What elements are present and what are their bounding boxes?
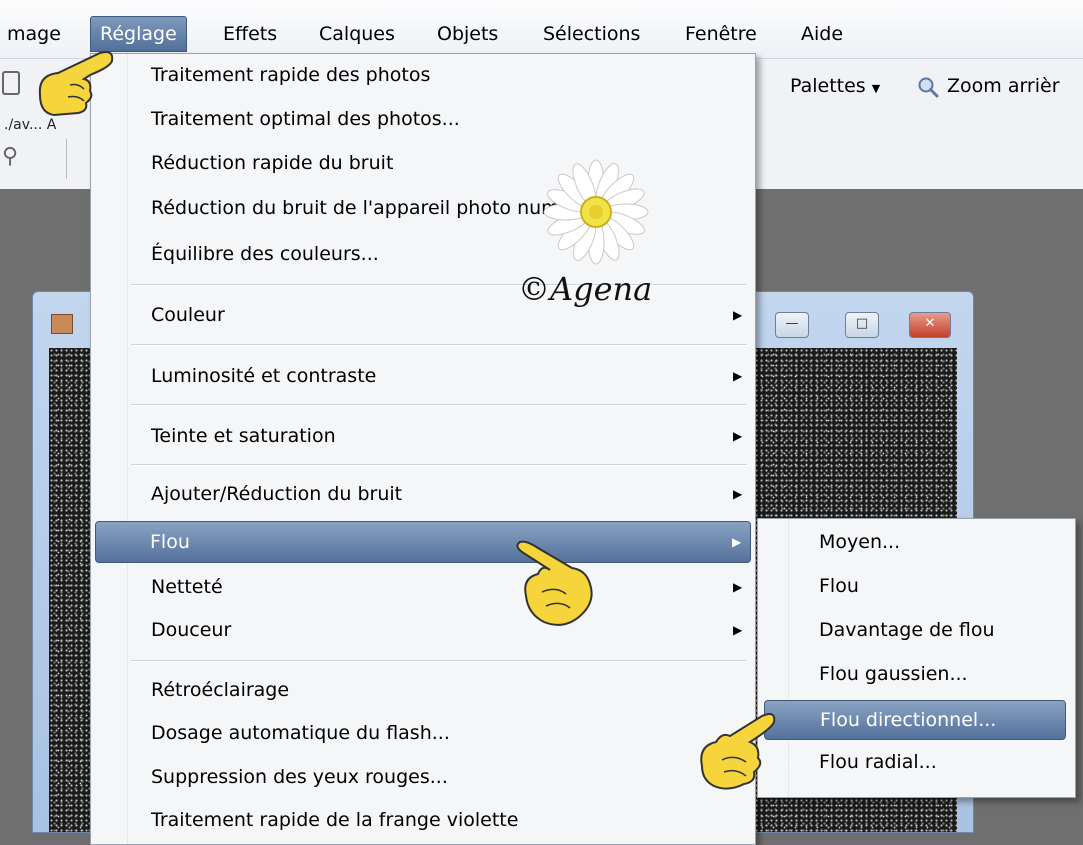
menu-calques[interactable]: Calques — [310, 17, 404, 51]
menu-item-label: Réduction rapide du bruit — [151, 152, 394, 174]
menu-separator — [131, 344, 747, 346]
submenu-item-davantage[interactable]: Davantage de flou — [758, 607, 1075, 653]
pointing-hand-icon — [516, 540, 593, 626]
magnifier-icon[interactable]: ⚲ — [2, 144, 18, 169]
menu-item-dosage-flash[interactable]: Dosage automatique du flash... — [91, 713, 755, 753]
menu-item-label: Traitement optimal des photos... — [151, 108, 460, 130]
toolbar-separator — [66, 139, 67, 179]
submenu-arrow-icon: ▶ — [733, 580, 743, 594]
menu-item-label: Couleur — [151, 304, 225, 326]
menu-item-label: Luminosité et contraste — [151, 365, 377, 387]
palettes-button[interactable]: Palettes ▼ — [790, 75, 880, 97]
dropdown-arrow-icon: ▼ — [871, 82, 881, 95]
menu-objets[interactable]: Objets — [428, 17, 507, 51]
submenu-arrow-icon: ▶ — [733, 623, 743, 637]
menu-item-label: Flou radial... — [819, 751, 937, 773]
submenu-arrow-icon: ▶ — [733, 369, 743, 383]
menu-bar: mage Réglage Effets Calques Objets Sélec… — [0, 0, 1083, 59]
menu-item-label: Traitement rapide de la frange violette — [151, 809, 519, 831]
submenu-arrow-icon: ▶ — [733, 429, 743, 443]
menu-item-douceur[interactable]: Douceur ▶ — [91, 610, 755, 650]
close-button[interactable]: ✕ — [909, 312, 951, 338]
palettes-label: Palettes — [790, 75, 866, 97]
zoom-out-button[interactable]: Zoom arrièr — [917, 75, 1060, 98]
menu-item-label: Traitement rapide des photos — [151, 64, 431, 86]
pointing-hand-icon — [700, 713, 776, 790]
menu-effets[interactable]: Effets — [214, 17, 286, 51]
menu-item-label: Teinte et saturation — [151, 425, 336, 447]
watermark-signature: ©Agena — [518, 270, 653, 308]
menu-item-frange-violette[interactable]: Traitement rapide de la frange violette — [91, 800, 755, 840]
menu-item-luminosite[interactable]: Luminosité et contraste ▶ — [91, 356, 755, 396]
submenu-item-radial[interactable]: Flou radial... — [758, 739, 1075, 785]
submenu-item-gaussien[interactable]: Flou gaussien... — [758, 651, 1075, 697]
menu-separator — [131, 660, 747, 662]
submenu-item-directionnel[interactable]: Flou directionnel... — [764, 700, 1066, 740]
submenu-item-moyen[interactable]: Moyen... — [758, 519, 1075, 565]
menu-item-label: Rétroéclairage — [151, 679, 290, 701]
menu-selections[interactable]: Sélections — [534, 17, 649, 51]
pointing-hand-icon — [38, 51, 114, 117]
menu-item-label: Moyen... — [819, 531, 901, 553]
menu-separator — [131, 404, 747, 406]
maximize-button[interactable]: □ — [845, 312, 879, 338]
submenu-arrow-icon: ▶ — [732, 535, 742, 549]
app-icon — [51, 314, 73, 334]
menu-item-label: Flou directionnel... — [820, 709, 997, 731]
menu-item-yeux-rouges[interactable]: Suppression des yeux rouges... — [91, 757, 755, 797]
menu-item-label: Ajouter/Réduction du bruit — [151, 483, 403, 505]
flou-submenu: Moyen... Flou Davantage de flou Flou gau… — [757, 518, 1076, 798]
menu-item-label: Flou — [150, 531, 190, 553]
minimize-button[interactable]: — — [775, 312, 809, 338]
menu-item-label: Dosage automatique du flash... — [151, 722, 450, 744]
menu-separator — [131, 464, 747, 466]
submenu-item-flou[interactable]: Flou — [758, 563, 1075, 609]
zoom-magnifier-icon — [918, 77, 939, 97]
menu-item-label: Douceur — [151, 619, 232, 641]
menu-item-traitement-optimal[interactable]: Traitement optimal des photos... — [91, 99, 755, 139]
menu-item-nettete[interactable]: Netteté ▶ — [91, 567, 755, 607]
menu-item-label: Équilibre des couleurs... — [151, 243, 379, 265]
menu-item-flou[interactable]: Flou ▶ — [95, 521, 751, 563]
submenu-arrow-icon: ▶ — [733, 308, 743, 322]
menu-item-retroeclairage[interactable]: Rétroéclairage — [91, 670, 755, 710]
zoom-label: Zoom arrièr — [947, 75, 1060, 97]
menu-item-label: Flou — [819, 575, 859, 597]
menu-item-label: Suppression des yeux rouges... — [151, 766, 448, 788]
menu-item-label: Davantage de flou — [819, 619, 995, 641]
submenu-arrow-icon: ▶ — [733, 487, 743, 501]
menu-item-label: Netteté — [151, 576, 223, 598]
menu-item-label: Flou gaussien... — [819, 663, 968, 685]
menu-item-traitement-rapide[interactable]: Traitement rapide des photos — [91, 55, 755, 95]
document-icon[interactable] — [2, 71, 20, 95]
menu-fenetre[interactable]: Fenêtre — [676, 17, 766, 51]
menu-item-ajouter-bruit[interactable]: Ajouter/Réduction du bruit ▶ — [91, 474, 755, 514]
menu-aide[interactable]: Aide — [792, 17, 852, 51]
menu-item-teinte[interactable]: Teinte et saturation ▶ — [91, 416, 755, 456]
